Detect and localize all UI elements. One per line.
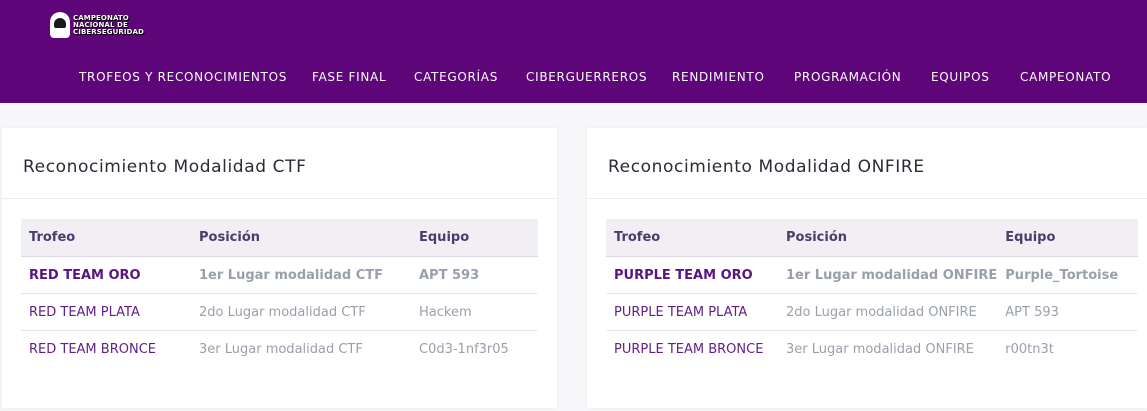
table-row: PURPLE TEAM BRONCE 3er Lugar modalidad O… bbox=[606, 331, 1138, 368]
column-header-equipo: Equipo bbox=[411, 219, 538, 257]
nav-item-trofeos[interactable]: TROFEOS Y RECONOCIMIENTOS bbox=[79, 68, 287, 86]
table-row: PURPLE TEAM ORO 1er Lugar modalidad ONFI… bbox=[606, 256, 1138, 294]
table-row: RED TEAM PLATA 2do Lugar modalidad CTF H… bbox=[21, 293, 538, 331]
nav-item-fase-final[interactable]: FASE FINAL bbox=[312, 68, 386, 86]
nav-item-ciberguerreros[interactable]: CIBERGUERREROS bbox=[526, 68, 647, 86]
team-cell: Hackem bbox=[411, 293, 538, 331]
onfire-card-title: Reconocimiento Modalidad ONFIRE bbox=[608, 157, 925, 177]
nav-item-equipos[interactable]: EQUIPOS bbox=[931, 68, 990, 86]
nav-item-categorias[interactable]: CATEGORÍAS bbox=[414, 68, 498, 86]
top-navbar: CAMPEONATO NACIONAL DE CIBERSEGURIDAD TR… bbox=[0, 0, 1147, 103]
column-header-posicion: Posición bbox=[191, 219, 411, 257]
logo-text: CAMPEONATO NACIONAL DE CIBERSEGURIDAD bbox=[73, 14, 144, 36]
trophy-cell: RED TEAM PLATA bbox=[21, 293, 191, 331]
position-cell: 3er Lugar modalidad ONFIRE bbox=[786, 341, 974, 357]
table-header-row: Trofeo Posición Equipo bbox=[606, 219, 1138, 257]
ctf-card-title: Reconocimiento Modalidad CTF bbox=[23, 157, 307, 177]
trophy-cell: RED TEAM ORO bbox=[21, 256, 191, 294]
column-header-posicion: Posición bbox=[778, 219, 998, 257]
trophy-cell: PURPLE TEAM BRONCE bbox=[614, 341, 764, 357]
nav-item-campeonato[interactable]: CAMPEONATO bbox=[1020, 68, 1111, 86]
trophy-cell: PURPLE TEAM ORO bbox=[606, 256, 778, 294]
onfire-table: Trofeo Posición Equipo PURPLE TEAM ORO 1… bbox=[606, 219, 1138, 367]
column-header-trofeo: Trofeo bbox=[21, 219, 191, 257]
trophy-cell: RED TEAM BRONCE bbox=[29, 341, 156, 357]
position-cell: 2do Lugar modalidad CTF bbox=[191, 293, 411, 331]
team-cell: APT 593 bbox=[997, 293, 1138, 331]
trophy-cell: PURPLE TEAM PLATA bbox=[606, 293, 778, 331]
hacker-mascot-icon bbox=[50, 12, 70, 38]
team-cell: C0d3-1nf3r05 bbox=[419, 341, 509, 357]
ctf-table: Trofeo Posición Equipo RED TEAM ORO 1er … bbox=[21, 219, 538, 367]
position-cell: 1er Lugar modalidad ONFIRE bbox=[778, 256, 998, 294]
position-cell: 1er Lugar modalidad CTF bbox=[191, 256, 411, 294]
column-header-trofeo: Trofeo bbox=[606, 219, 778, 257]
table-row: PURPLE TEAM PLATA 2do Lugar modalidad ON… bbox=[606, 293, 1138, 331]
team-cell: r00tn3t bbox=[1005, 341, 1054, 357]
position-cell: 2do Lugar modalidad ONFIRE bbox=[778, 293, 998, 331]
logo-line-3: CIBERSEGURIDAD bbox=[73, 27, 144, 36]
card-divider bbox=[587, 198, 1147, 199]
table-header-row: Trofeo Posición Equipo bbox=[21, 219, 538, 257]
position-cell: 3er Lugar modalidad CTF bbox=[199, 341, 363, 357]
card-divider bbox=[2, 198, 557, 199]
nav-item-programacion[interactable]: PROGRAMACIÓN bbox=[794, 68, 901, 86]
site-logo[interactable]: CAMPEONATO NACIONAL DE CIBERSEGURIDAD bbox=[50, 11, 144, 39]
main-nav: TROFEOS Y RECONOCIMIENTOS FASE FINAL CAT… bbox=[0, 68, 1147, 88]
column-header-equipo: Equipo bbox=[997, 219, 1138, 257]
team-cell: APT 593 bbox=[411, 256, 538, 294]
team-cell: Purple_Tortoise bbox=[997, 256, 1138, 294]
table-row: RED TEAM ORO 1er Lugar modalidad CTF APT… bbox=[21, 256, 538, 294]
table-row: RED TEAM BRONCE 3er Lugar modalidad CTF … bbox=[21, 331, 538, 368]
nav-item-rendimiento[interactable]: RENDIMIENTO bbox=[672, 68, 765, 86]
